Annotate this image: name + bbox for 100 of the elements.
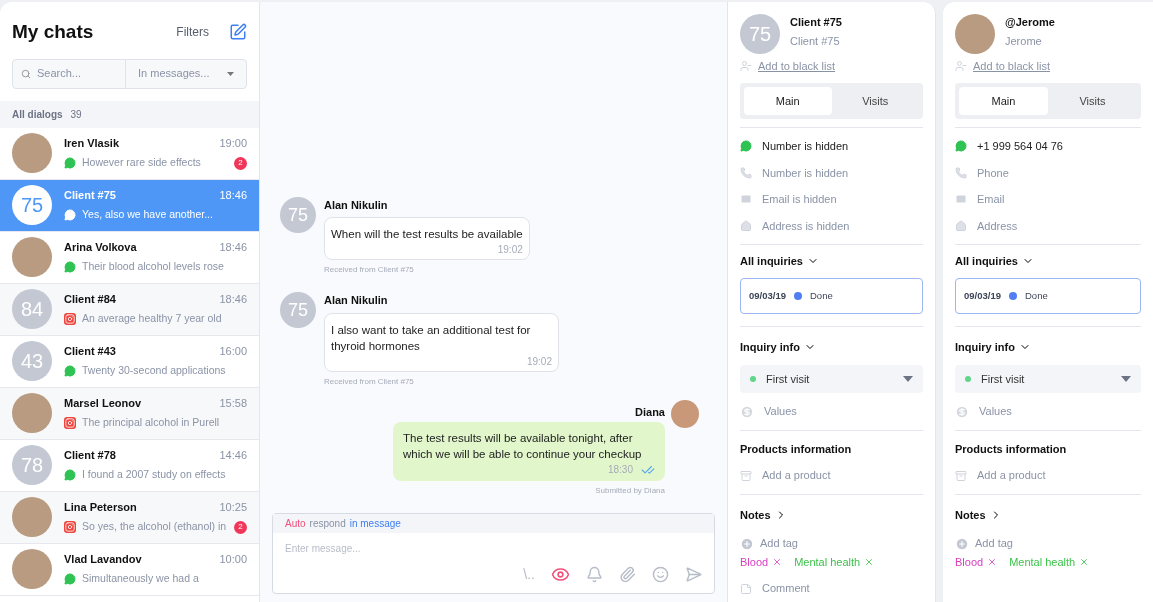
- avatar-silhouette: [12, 133, 52, 173]
- section-title: All inquiries: [740, 254, 803, 269]
- visit-dropdown[interactable]: First visit: [740, 365, 923, 394]
- add-product-link[interactable]: Add a product: [977, 467, 1046, 484]
- blacklist-link[interactable]: Add to black list: [758, 58, 836, 75]
- envelope-icon: [955, 193, 967, 206]
- inquiry-date: 09/03/19: [749, 288, 786, 303]
- message-text: When will the test results be available: [331, 227, 523, 242]
- chat-item[interactable]: Lina Peterson 10:25 So yes, the alcohol (ethanol) in 2: [0, 491, 259, 544]
- chat-name: Marsel Leonov: [64, 395, 142, 411]
- visit-dropdown[interactable]: First visit: [955, 365, 1141, 394]
- inquiry-card[interactable]: 09/03/19 Done: [740, 277, 923, 314]
- remove-icon[interactable]: [864, 557, 875, 567]
- number-avatar: 75: [740, 14, 780, 54]
- chat-preview: Simultaneously we had a: [82, 571, 199, 587]
- section-title: Inquiry info: [740, 339, 800, 355]
- phone-icon: [955, 166, 967, 179]
- caret-icon: [1121, 376, 1131, 383]
- tag[interactable]: Blood: [740, 553, 783, 571]
- unread-badge: 2: [234, 156, 247, 170]
- chat-preview: The principal alcohol in Purell: [82, 415, 220, 431]
- instagram-icon: [64, 521, 76, 534]
- chat-time: 18:46: [219, 187, 247, 203]
- plus-icon[interactable]: [955, 536, 969, 551]
- chat-name: Client #43: [64, 343, 116, 359]
- chat-name: Iren Vlasik: [64, 135, 120, 151]
- chat-preview: I found a 2007 study on effects: [82, 467, 226, 483]
- inquiry-card[interactable]: 09/03/19 Done: [955, 277, 1141, 314]
- inquiry-status: Done: [1025, 288, 1048, 303]
- section-title: All inquiries: [955, 254, 1018, 269]
- scope-dropdown[interactable]: In messages...: [126, 59, 246, 88]
- whatsapp-icon: [740, 140, 752, 153]
- chat-name: Vlad Lavandov: [64, 551, 142, 567]
- unread-badge: 2: [234, 520, 247, 534]
- attachment-icon[interactable]: [619, 566, 636, 583]
- user-minus-icon: [740, 60, 752, 73]
- profile-subname: Jerome: [1005, 33, 1043, 49]
- plus-icon[interactable]: [740, 536, 754, 551]
- tab[interactable]: Visits: [831, 86, 919, 115]
- whatsapp-icon: [64, 261, 76, 274]
- number-avatar: 75: [12, 185, 52, 225]
- search-field[interactable]: Search...: [37, 65, 117, 82]
- instagram-icon: [64, 313, 76, 326]
- chat-preview: An average healthy 7 year old: [82, 311, 222, 327]
- tag[interactable]: Mental health: [1009, 553, 1090, 571]
- number-avatar: 43: [12, 341, 52, 381]
- chat-time: 19:00: [219, 135, 247, 151]
- house-icon: [740, 219, 752, 232]
- blacklist-link[interactable]: Add to black list: [973, 58, 1051, 75]
- message-input[interactable]: Enter message...: [273, 533, 714, 556]
- message-author: Alan Nikulin: [324, 293, 388, 308]
- remove-icon[interactable]: [987, 557, 998, 567]
- remove-icon[interactable]: [772, 557, 783, 567]
- tab[interactable]: Main: [744, 86, 832, 115]
- tag[interactable]: Blood: [955, 553, 998, 571]
- chat-name: Client #78: [64, 447, 116, 463]
- message-time: 18:30: [607, 463, 633, 477]
- number-avatar: 75: [280, 292, 316, 328]
- section-title: Inquiry info: [955, 339, 1015, 355]
- section-title: Products information: [955, 441, 1068, 457]
- values-label: Values: [979, 404, 1012, 420]
- tab[interactable]: Main: [959, 86, 1048, 115]
- contact-text: Address: [977, 218, 1018, 234]
- composer[interactable]: Auto respond in message Enter message... \..: [272, 513, 715, 594]
- section-title: Notes: [955, 507, 986, 523]
- eye-icon[interactable]: [551, 565, 570, 584]
- box-icon: [740, 469, 752, 482]
- caret-icon: [227, 71, 234, 76]
- contact-text: Email: [977, 192, 1005, 207]
- message-note: Submitted by Diana: [595, 485, 665, 497]
- filters-button[interactable]: Filters: [176, 23, 209, 42]
- whatsapp-icon: [64, 365, 76, 378]
- add-tag-link[interactable]: Add tag: [760, 535, 798, 552]
- mode-link[interactable]: Auto: [285, 516, 306, 531]
- add-tag-link[interactable]: Add tag: [975, 535, 1013, 552]
- whatsapp-icon: [64, 573, 76, 586]
- emoji-icon[interactable]: [652, 566, 669, 583]
- inquiry-date: 09/03/19: [964, 288, 1001, 303]
- tab[interactable]: Visits: [1048, 86, 1137, 115]
- chat-name: Client #75: [64, 187, 116, 203]
- chat-item[interactable]: 84 Client #84 18:46 An average healthy 7 year old: [0, 283, 259, 336]
- send-icon[interactable]: [685, 566, 702, 583]
- comment-link[interactable]: Comment: [762, 580, 810, 597]
- tag[interactable]: Mental health: [794, 553, 875, 571]
- chat-item[interactable]: Marsel Leonov 15:58 The principal alcohol in Purell: [0, 387, 259, 440]
- dollar-icon: [740, 404, 754, 419]
- avatar-silhouette: [12, 393, 52, 433]
- chat-item[interactable]: 75 Client #75 18:46 Yes, also we have another...: [0, 179, 259, 232]
- mode-link[interactable]: respond: [309, 516, 346, 531]
- note-icon: [740, 582, 752, 595]
- add-product-link[interactable]: Add a product: [762, 467, 831, 484]
- mode-link[interactable]: in message: [349, 516, 401, 531]
- bell-icon[interactable]: [586, 566, 603, 583]
- message-note: Received from Client #75: [324, 264, 414, 276]
- compose-icon[interactable]: [229, 23, 247, 42]
- message-author: Alan Nikulin: [324, 197, 388, 213]
- message-time: 19:02: [497, 243, 523, 257]
- chat-time: 15:58: [219, 395, 247, 411]
- remove-icon[interactable]: [1079, 557, 1090, 567]
- chat-preview: Their blood alcohol levels rose: [82, 259, 224, 275]
